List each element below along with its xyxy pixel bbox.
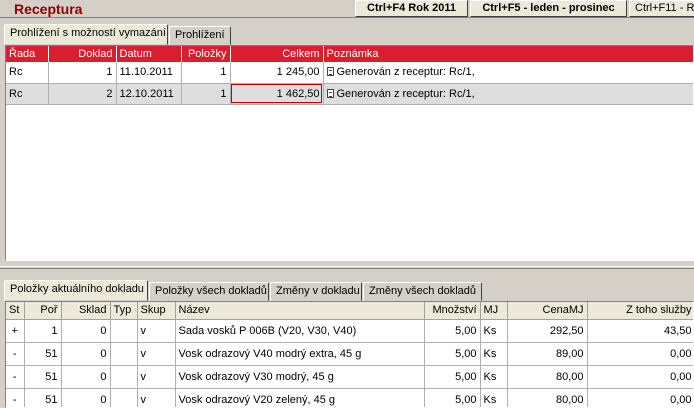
cell-typ[interactable] (110, 388, 138, 407)
cell-polozky[interactable]: 1 (181, 62, 231, 84)
cell-por[interactable]: 51 (24, 388, 62, 407)
cell-sluzby[interactable]: 0,00 (587, 365, 693, 389)
col-cenamj[interactable]: CenaMJ (507, 302, 588, 320)
cell-cenamj[interactable]: 80,00 (507, 365, 588, 389)
cell-datum[interactable]: 12.10.2011 (116, 83, 182, 105)
tab-all-document-items[interactable]: Položky všech dokladů (149, 282, 269, 301)
cell-typ[interactable] (110, 365, 138, 389)
col-polozky[interactable]: Položky (181, 46, 231, 62)
tab-changes-in-document[interactable]: Změny v dokladu (270, 282, 362, 301)
cell-mnozstvi[interactable]: 5,00 (424, 388, 481, 407)
cell-nazev[interactable]: Vosk odrazový V20 zelený, 45 g (175, 388, 425, 407)
cell-polozky[interactable]: 1 (181, 83, 231, 105)
cell-poznamka[interactable]: Generován z receptur: Rc/1, (323, 83, 693, 105)
col-nazev[interactable]: Název (175, 302, 425, 320)
col-mnozstvi[interactable]: Množství (424, 302, 481, 320)
cell-sklad[interactable]: 0 (61, 388, 111, 407)
cell-nazev[interactable]: Vosk odrazový V40 modrý extra, 45 g (175, 342, 425, 366)
cell-sklad[interactable]: 0 (61, 365, 111, 389)
col-datum[interactable]: Datum (116, 46, 182, 62)
tab-browse[interactable]: Prohlížení (169, 26, 231, 45)
col-st[interactable]: St (6, 302, 25, 320)
cell-cenamj[interactable]: 89,00 (507, 342, 588, 366)
memo-icon (326, 67, 334, 77)
items-table: St Poř Sklad Typ Skup Název Množství MJ … (6, 302, 693, 407)
documents-grid: Řada Doklad Datum Položky Celkem Poznámk… (5, 45, 694, 261)
ctrl-f11-hotkey-button[interactable]: Ctrl+F11 - R (629, 0, 694, 17)
memo-icon (326, 88, 334, 98)
cell-doklad[interactable]: 1 (48, 62, 117, 84)
table-row[interactable]: - 51 0 v Vosk odrazový V40 modrý extra, … (6, 342, 693, 366)
cell-mj[interactable]: Ks (480, 365, 508, 389)
tab-browse-with-delete[interactable]: Prohlížení s možností vymazání (4, 24, 168, 45)
year-hotkey-button[interactable]: Ctrl+F4 Rok 2011 (355, 0, 468, 17)
table-row[interactable]: - 51 0 v Vosk odrazový V20 zelený, 45 g … (6, 388, 693, 407)
poznamka-text: Generován z receptur: Rc/1, (336, 87, 475, 100)
col-rada[interactable]: Řada (6, 46, 49, 62)
cell-cenamj[interactable]: 292,50 (507, 319, 588, 343)
cell-sluzby[interactable]: 43,50 (587, 319, 693, 343)
cell-st[interactable]: - (6, 388, 25, 407)
col-doklad[interactable]: Doklad (48, 46, 117, 62)
cell-skup[interactable]: v (137, 365, 176, 389)
col-sluzby[interactable]: Z toho služby (587, 302, 693, 320)
cell-celkem-focused[interactable]: 1 462,50 (230, 83, 324, 105)
cell-mnozstvi[interactable]: 5,00 (424, 342, 481, 366)
cell-celkem[interactable]: 1 245,00 (230, 62, 324, 84)
col-sklad[interactable]: Sklad (61, 302, 111, 320)
cell-st[interactable]: - (6, 365, 25, 389)
cell-mnozstvi[interactable]: 5,00 (424, 365, 481, 389)
col-por[interactable]: Poř (24, 302, 62, 320)
cell-skup[interactable]: v (137, 388, 176, 407)
tab-all-document-changes[interactable]: Změny všech dokladů (363, 282, 482, 301)
cell-por[interactable]: 51 (24, 342, 62, 366)
tab-current-document-items[interactable]: Položky aktuálního dokladu (4, 280, 148, 301)
cell-cenamj[interactable]: 80,00 (507, 388, 588, 407)
cell-sluzby[interactable]: 0,00 (587, 388, 693, 407)
items-grid: St Poř Sklad Typ Skup Název Množství MJ … (5, 301, 694, 408)
cell-skup[interactable]: v (137, 342, 176, 366)
documents-table: Řada Doklad Datum Položky Celkem Poznámk… (6, 46, 693, 105)
cell-poznamka[interactable]: Generován z receptur: Rc/1, (323, 62, 693, 84)
cell-st[interactable]: + (6, 319, 25, 343)
cell-mj[interactable]: Ks (480, 388, 508, 407)
period-hotkey-button[interactable]: Ctrl+F5 - leden - prosinec (470, 0, 627, 17)
cell-st[interactable]: - (6, 342, 25, 366)
cell-sklad[interactable]: 0 (61, 319, 111, 343)
documents-header-row: Řada Doklad Datum Položky Celkem Poznámk… (6, 46, 693, 62)
cell-mj[interactable]: Ks (480, 319, 508, 343)
table-row-selected[interactable]: Rc 2 12.10.2011 1 1 462,50 Generován z r… (6, 83, 693, 105)
cell-sluzby[interactable]: 0,00 (587, 342, 693, 366)
cell-nazev[interactable]: Sada vosků P 006B (V20, V30, V40) (175, 319, 425, 343)
cell-datum[interactable]: 11.10.2011 (116, 62, 182, 84)
table-row[interactable]: - 51 0 v Vosk odrazový V30 modrý, 45 g 5… (6, 365, 693, 389)
cell-skup[interactable]: v (137, 319, 176, 343)
cell-nazev[interactable]: Vosk odrazový V30 modrý, 45 g (175, 365, 425, 389)
cell-doklad[interactable]: 2 (48, 83, 117, 105)
table-row[interactable]: + 1 0 v Sada vosků P 006B (V20, V30, V40… (6, 319, 693, 343)
cell-typ[interactable] (110, 319, 138, 343)
cell-mj[interactable]: Ks (480, 342, 508, 366)
col-typ[interactable]: Typ (110, 302, 138, 320)
cell-rada[interactable]: Rc (6, 83, 49, 105)
cell-sklad[interactable]: 0 (61, 342, 111, 366)
poznamka-text: Generován z receptur: Rc/1, (336, 66, 475, 79)
cell-rada[interactable]: Rc (6, 62, 49, 84)
panel-splitter[interactable] (0, 266, 694, 269)
col-celkem[interactable]: Celkem (230, 46, 324, 62)
title-bar: Receptura Ctrl+F4 Rok 2011 Ctrl+F5 - led… (0, 0, 694, 18)
cell-por[interactable]: 1 (24, 319, 62, 343)
app-title: Receptura (14, 1, 83, 17)
items-header-row: St Poř Sklad Typ Skup Název Množství MJ … (6, 302, 693, 320)
col-skup[interactable]: Skup (137, 302, 176, 320)
col-poznamka[interactable]: Poznámka (323, 46, 693, 62)
cell-mnozstvi[interactable]: 5,00 (424, 319, 481, 343)
col-mj[interactable]: MJ (480, 302, 508, 320)
cell-typ[interactable] (110, 342, 138, 366)
table-row[interactable]: Rc 1 11.10.2011 1 1 245,00 Generován z r… (6, 62, 693, 84)
cell-por[interactable]: 51 (24, 365, 62, 389)
